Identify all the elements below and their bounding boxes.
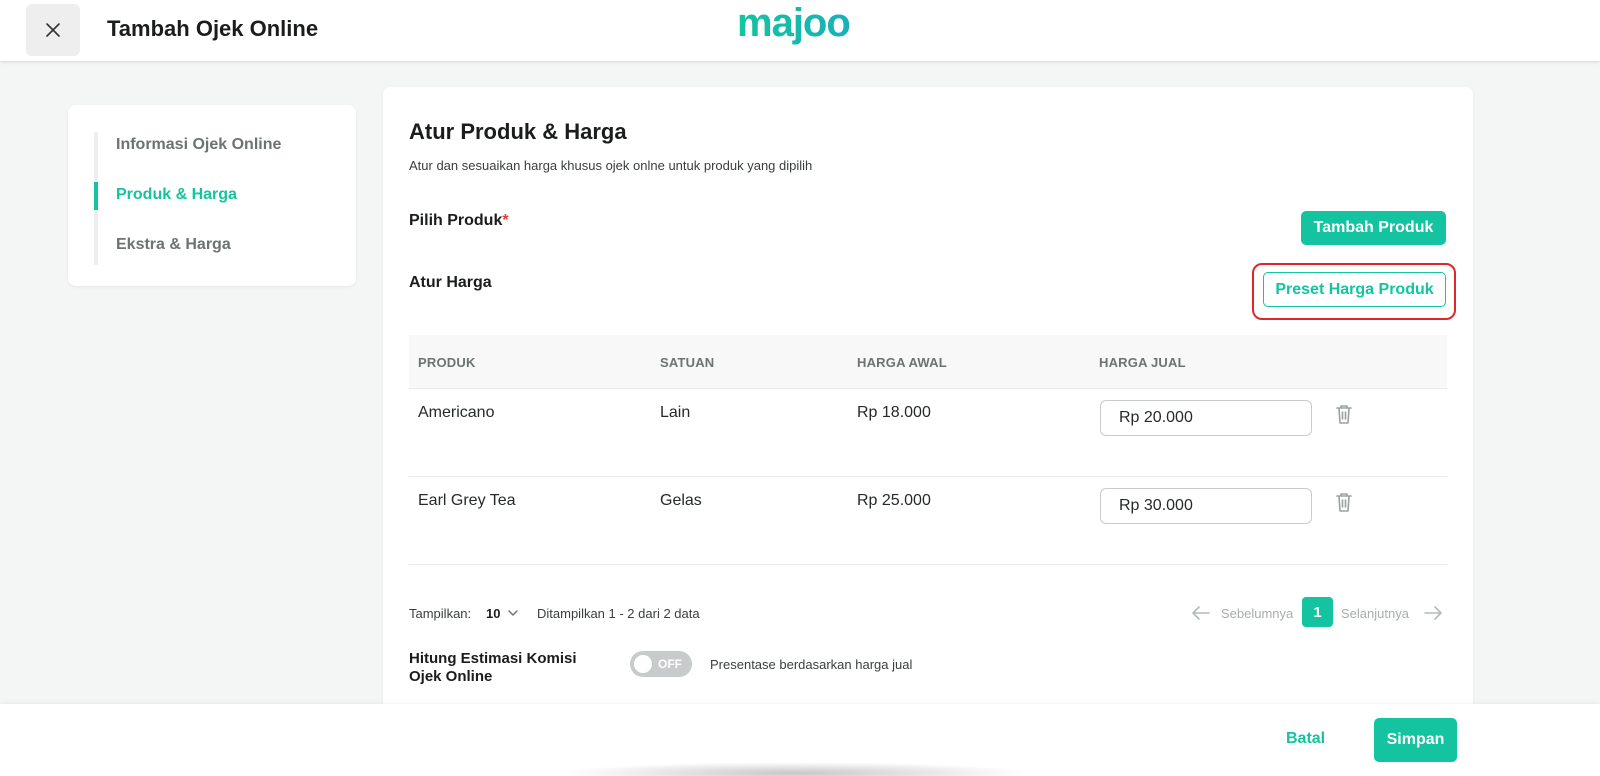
table-row: Earl Grey Tea Gelas Rp 25.000 <box>409 477 1447 565</box>
pick-product-label: Pilih Produk* <box>409 212 509 230</box>
required-mark: * <box>502 212 509 229</box>
footer-shadow <box>560 762 1030 776</box>
majoo-logo: majoo <box>737 4 851 45</box>
cancel-button[interactable]: Batal <box>1286 730 1325 748</box>
sell-price-input[interactable] <box>1100 400 1312 436</box>
set-price-label: Atur Harga <box>409 274 492 291</box>
trash-icon[interactable] <box>1334 491 1354 513</box>
close-button[interactable] <box>26 4 80 56</box>
table-header: PRODUK SATUAN HARGA AWAL HARGA JUAL <box>409 335 1447 389</box>
toggle-state-text: OFF <box>658 657 682 671</box>
nav-active-indicator <box>94 182 98 210</box>
toggle-knob <box>634 655 652 673</box>
trash-icon[interactable] <box>1334 403 1354 425</box>
commission-toggle[interactable]: OFF <box>630 651 692 677</box>
add-product-button[interactable]: Tambah Produk <box>1301 211 1446 245</box>
column-header-produk: PRODUK <box>418 355 476 370</box>
close-icon <box>46 23 60 37</box>
save-button[interactable]: Simpan <box>1374 718 1457 762</box>
cell-base-price: Rp 25.000 <box>857 492 931 509</box>
next-page-link[interactable]: Selanjutnya <box>1341 606 1409 621</box>
column-header-harga-jual: HARGA JUAL <box>1099 355 1186 370</box>
cell-product: Americano <box>418 404 495 421</box>
chevron-down-icon <box>508 610 518 616</box>
pick-product-text: Pilih Produk <box>409 212 503 229</box>
data-summary: Ditampilkan 1 - 2 dari 2 data <box>537 606 700 621</box>
pagination-bar: Tampilkan: 10 Ditampilkan 1 - 2 dari 2 d… <box>409 597 1447 629</box>
page-number-current[interactable]: 1 <box>1302 597 1333 627</box>
cell-unit: Gelas <box>660 492 702 509</box>
commission-label: Hitung Estimasi Komisi Ojek Online <box>409 650 577 685</box>
section-title: Atur Produk & Harga <box>409 119 627 144</box>
step-navigation: Informasi Ojek Online Produk & Harga Eks… <box>68 105 356 286</box>
arrow-right-icon[interactable] <box>1423 604 1443 622</box>
main-card: Atur Produk & Harga Atur dan sesuaikan h… <box>383 87 1473 727</box>
page-size-value: 10 <box>486 606 501 621</box>
nav-item-produk-harga[interactable]: Produk & Harga <box>116 186 237 204</box>
column-header-harga-awal: HARGA AWAL <box>857 355 947 370</box>
cell-unit: Lain <box>660 404 691 421</box>
brand-text: majoo <box>737 4 850 45</box>
preset-price-button[interactable]: Preset Harga Produk <box>1263 272 1446 307</box>
arrow-left-icon[interactable] <box>1191 604 1211 622</box>
nav-item-ekstra-harga[interactable]: Ekstra & Harga <box>116 236 231 254</box>
column-header-satuan: SATUAN <box>660 355 715 370</box>
cell-product: Earl Grey Tea <box>418 492 516 509</box>
page-size-label: Tampilkan: <box>409 606 472 621</box>
commission-description: Presentase berdasarkan harga jual <box>710 657 913 672</box>
table-row: Americano Lain Rp 18.000 <box>409 389 1447 477</box>
section-subtitle: Atur dan sesuaikan harga khusus ojek onl… <box>409 158 813 173</box>
prev-page-link[interactable]: Sebelumnya <box>1221 606 1293 621</box>
sell-price-input[interactable] <box>1100 488 1312 524</box>
nav-item-informasi[interactable]: Informasi Ojek Online <box>116 136 281 154</box>
page-size-select[interactable]: 10 <box>486 606 518 621</box>
page-title: Tambah Ojek Online <box>107 16 319 41</box>
footer-bar: Batal Simpan <box>0 704 1600 776</box>
cell-base-price: Rp 18.000 <box>857 404 931 421</box>
top-header: Tambah Ojek Online majoo <box>0 0 1600 61</box>
